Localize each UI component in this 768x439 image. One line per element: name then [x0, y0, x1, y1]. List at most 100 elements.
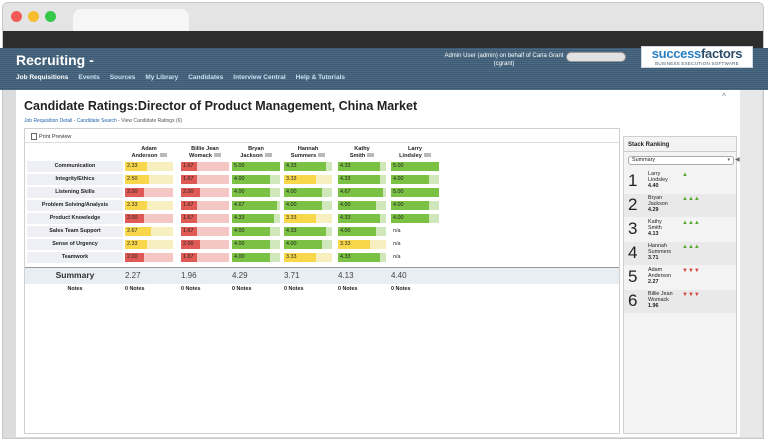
- rating-cell[interactable]: 1.67: [181, 201, 229, 210]
- notes-link[interactable]: 0 Notes: [125, 286, 144, 292]
- rating-cell[interactable]: 4.33: [338, 175, 386, 184]
- rank-item[interactable]: 4 Hannah Summers 3.71 ▲▲▲: [624, 242, 736, 265]
- rating-cell[interactable]: 4.00: [391, 214, 439, 223]
- notes-link[interactable]: 0 Notes: [232, 286, 251, 292]
- rating-cell[interactable]: 4.67: [338, 188, 386, 197]
- rating-value: 5.00: [234, 163, 245, 169]
- rating-cell[interactable]: 3.33: [284, 175, 332, 184]
- rating-cell[interactable]: 4.00: [232, 188, 280, 197]
- rank-item[interactable]: 1 Larry Lindsley 4.40 ▲: [624, 170, 736, 193]
- nav-interview-central[interactable]: Interview Central: [233, 74, 285, 81]
- rating-cell[interactable]: 2.33: [125, 201, 173, 210]
- breadcrumb-candidate-search[interactable]: Candidate Search: [77, 118, 117, 124]
- rating-cell[interactable]: n/a: [391, 240, 439, 249]
- nav-my-library[interactable]: My Library: [145, 74, 178, 81]
- summary-value: 4.40: [391, 271, 407, 280]
- rank-item[interactable]: 2 Bryan Jackson 4.29 ▲▲▲: [624, 194, 736, 217]
- rating-cell[interactable]: 4.00: [284, 188, 332, 197]
- rating-cell[interactable]: 4.33: [232, 214, 280, 223]
- nav-candidates[interactable]: Candidates: [188, 74, 223, 81]
- rank-item[interactable]: 5 Adam Anderson 2.27 ▼▼▼: [624, 266, 736, 289]
- rating-value: 2.67: [127, 228, 138, 234]
- notes-link[interactable]: 0 Notes: [338, 286, 357, 292]
- rating-cell[interactable]: 1.67: [181, 253, 229, 262]
- flag-icon[interactable]: [423, 153, 431, 158]
- rating-cell[interactable]: 2.00: [125, 188, 173, 197]
- flag-icon[interactable]: [213, 153, 221, 158]
- rating-cell[interactable]: 5.00: [391, 162, 439, 171]
- nav-help-tutorials[interactable]: Help & Tutorials: [296, 74, 345, 81]
- rating-cell[interactable]: 2.33: [125, 162, 173, 171]
- rating-cell[interactable]: 2.00: [125, 253, 173, 262]
- rating-cell[interactable]: n/a: [391, 227, 439, 236]
- rating-cell[interactable]: 2.00: [181, 188, 229, 197]
- flag-icon[interactable]: [367, 153, 375, 158]
- candidate-column-header: Larry Lindsley: [387, 146, 443, 159]
- toolbar-divider: [25, 142, 619, 143]
- rating-cell[interactable]: 2.00: [181, 240, 229, 249]
- rating-cell[interactable]: 4.00: [232, 253, 280, 262]
- nav-job-requisitions[interactable]: Job Requisitions: [16, 74, 68, 81]
- rating-cell[interactable]: 4.00: [338, 227, 386, 236]
- rating-cell[interactable]: 4.00: [232, 227, 280, 236]
- rating-cell[interactable]: 2.00: [125, 214, 173, 223]
- thumbs-up-icons: ▲▲▲: [682, 220, 700, 226]
- print-preview-button[interactable]: Print Preview: [31, 133, 71, 140]
- rating-cell[interactable]: 4.00: [284, 240, 332, 249]
- close-window-button[interactable]: [11, 11, 22, 22]
- rating-cell[interactable]: n/a: [391, 253, 439, 262]
- rating-cell[interactable]: 5.00: [391, 188, 439, 197]
- rank-number: 6: [628, 291, 638, 310]
- rating-cell[interactable]: 3.33: [284, 253, 332, 262]
- flag-icon[interactable]: [318, 153, 326, 158]
- summary-label: Summary: [55, 270, 95, 280]
- collapse-caret-icon[interactable]: ^: [722, 92, 726, 101]
- nav-sources[interactable]: Sources: [110, 74, 136, 81]
- rating-cell[interactable]: 4.33: [338, 214, 386, 223]
- rank-item[interactable]: 6 Billie Jean Womack 1.96 ▼▼▼: [624, 290, 736, 313]
- rating-cell[interactable]: 4.00: [391, 175, 439, 184]
- rating-cell[interactable]: 4.33: [284, 162, 332, 171]
- rating-cell[interactable]: 2.50: [125, 175, 173, 184]
- minimize-window-button[interactable]: [28, 11, 39, 22]
- breadcrumb-job-requisition[interactable]: Job Requisition Detail: [24, 118, 72, 124]
- nav-events[interactable]: Events: [78, 74, 99, 81]
- rating-cell[interactable]: 1.67: [181, 162, 229, 171]
- rating-cell[interactable]: 1.67: [181, 227, 229, 236]
- notes-link[interactable]: 0 Notes: [391, 286, 410, 292]
- rating-cell[interactable]: 4.00: [391, 201, 439, 210]
- rating-value: 1.67: [183, 215, 194, 221]
- rating-cell[interactable]: 4.00: [284, 201, 332, 210]
- flag-icon[interactable]: [159, 153, 167, 158]
- breadcrumb: Job Requisition Detail - Candidate Searc…: [24, 118, 183, 124]
- notes-link[interactable]: 0 Notes: [284, 286, 303, 292]
- rating-cell[interactable]: 3.33: [284, 214, 332, 223]
- rating-cell[interactable]: 2.33: [125, 240, 173, 249]
- browser-tab[interactable]: [73, 9, 189, 31]
- rating-cell[interactable]: 4.67: [232, 201, 280, 210]
- rating-cell[interactable]: 4.00: [232, 240, 280, 249]
- thumbs-down-icons: ▼▼▼: [682, 268, 700, 274]
- search-input[interactable]: [566, 52, 626, 62]
- stack-ranking-select[interactable]: Summary ▾: [628, 156, 734, 165]
- rating-value: 4.33: [340, 176, 351, 182]
- rating-cell[interactable]: 4.33: [338, 253, 386, 262]
- rating-cell[interactable]: 4.33: [338, 162, 386, 171]
- rating-cell[interactable]: 2.67: [125, 227, 173, 236]
- rating-value: 2.00: [127, 189, 138, 195]
- rating-cell[interactable]: 1.67: [181, 214, 229, 223]
- rating-cell[interactable]: 5.00: [232, 162, 280, 171]
- rating-cell[interactable]: 4.33: [284, 227, 332, 236]
- collapse-panel-icon[interactable]: ◀: [735, 156, 740, 163]
- notes-link[interactable]: 0 Notes: [181, 286, 200, 292]
- rank-item[interactable]: 3 Kathy Smith 4.13 ▲▲▲: [624, 218, 736, 241]
- rating-value: 4.33: [340, 215, 351, 221]
- rating-cell[interactable]: 1.67: [181, 175, 229, 184]
- zoom-window-button[interactable]: [45, 11, 56, 22]
- rating-cell[interactable]: 4.00: [232, 175, 280, 184]
- rating-cell[interactable]: 3.33: [338, 240, 386, 249]
- rating-value: 3.33: [286, 215, 297, 221]
- rating-cell[interactable]: 4.00: [338, 201, 386, 210]
- candidate-column-header: Billie Jean Womack: [177, 146, 233, 159]
- flag-icon[interactable]: [264, 153, 272, 158]
